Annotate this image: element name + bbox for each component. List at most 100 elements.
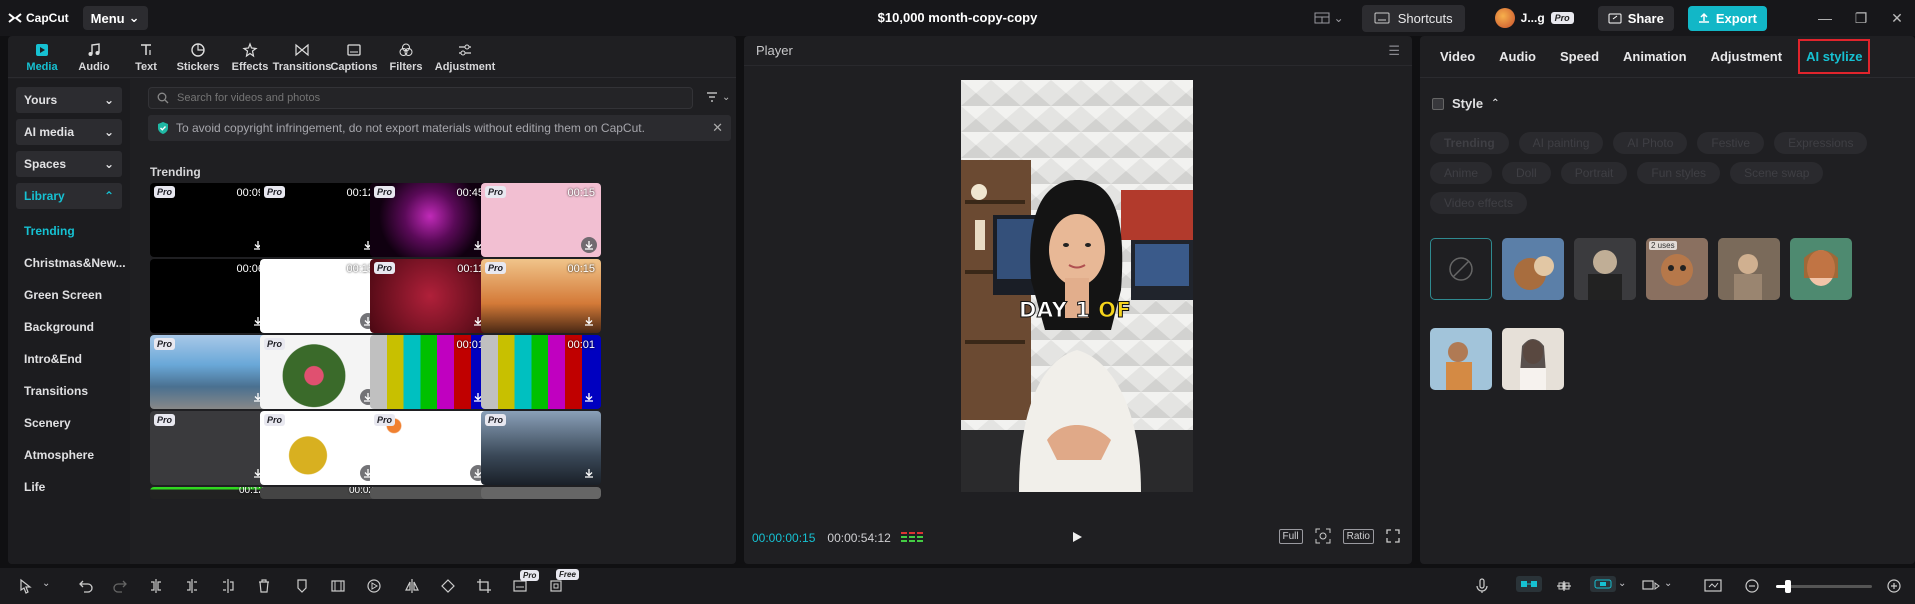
- user-account[interactable]: J...g Pro: [1494, 8, 1574, 28]
- auto-snap-icon[interactable]: [1556, 578, 1572, 594]
- media-thumbnail[interactable]: Pro: [260, 335, 380, 409]
- no-effect-tile[interactable]: [1430, 238, 1492, 300]
- chip-portrait[interactable]: Portrait: [1560, 162, 1628, 184]
- tab-speed[interactable]: Speed: [1548, 49, 1611, 64]
- zoom-slider[interactable]: [1776, 580, 1872, 593]
- timeline-view-icon[interactable]: [1704, 578, 1722, 594]
- chevron-down-icon[interactable]: ⌄: [42, 578, 50, 589]
- video-preview[interactable]: DAY 1 OF: [961, 80, 1193, 492]
- tab-adjustment[interactable]: Adjustment: [1699, 49, 1795, 64]
- sidebar-item-atmosphere[interactable]: Atmosphere: [8, 439, 130, 471]
- tab-ai-stylize[interactable]: AI stylize: [1798, 39, 1871, 74]
- redo-icon[interactable]: [112, 578, 128, 594]
- delete-icon[interactable]: [256, 578, 272, 594]
- crop-icon[interactable]: [476, 578, 492, 594]
- reverse-icon[interactable]: [366, 578, 382, 594]
- sidebar-item-intro-end[interactable]: Intro&End: [8, 343, 130, 375]
- media-thumbnail[interactable]: 00:15: [260, 259, 380, 333]
- tab-audio[interactable]: Audio: [1487, 49, 1548, 64]
- style-checkbox[interactable]: [1432, 97, 1444, 110]
- download-icon[interactable]: [581, 237, 597, 253]
- rotate-icon[interactable]: [440, 578, 456, 594]
- effect-tile[interactable]: [1502, 328, 1564, 390]
- sidebar-item-background[interactable]: Background: [8, 311, 130, 343]
- sidebar-item-transitions[interactable]: Transitions: [8, 375, 130, 407]
- media-thumbnail[interactable]: Pro: [370, 411, 490, 485]
- download-icon[interactable]: [581, 313, 597, 329]
- ratio-button[interactable]: Ratio: [1342, 528, 1374, 544]
- tool-audio[interactable]: Audio: [68, 42, 120, 77]
- play-button[interactable]: [1070, 530, 1084, 544]
- effect-tile[interactable]: [1430, 328, 1492, 390]
- main-track-magnet-button[interactable]: [1516, 576, 1542, 592]
- tool-transitions[interactable]: Transitions: [273, 42, 331, 77]
- shortcuts-button[interactable]: Shortcuts: [1361, 4, 1465, 32]
- chip-doll[interactable]: Doll: [1502, 162, 1551, 184]
- style-toggle[interactable]: Style ⌃: [1432, 96, 1499, 111]
- tool-filters[interactable]: Filters: [380, 42, 432, 77]
- tool-media[interactable]: Media: [16, 42, 68, 77]
- sidebar-item-green-screen[interactable]: Green Screen: [8, 279, 130, 311]
- sidebar-group-ai-media[interactable]: AI media ⌄: [16, 119, 122, 145]
- tool-effects[interactable]: Effects: [224, 42, 276, 77]
- sidebar-group-spaces[interactable]: Spaces ⌄: [16, 151, 122, 177]
- sidebar-group-library[interactable]: Library ⌃: [16, 183, 122, 209]
- media-thumbnail[interactable]: Pro 00:11: [370, 259, 490, 333]
- chip-fun-styles[interactable]: Fun styles: [1637, 162, 1721, 184]
- media-thumbnail[interactable]: Pro: [481, 411, 601, 485]
- media-thumbnail[interactable]: 00:06: [150, 259, 270, 333]
- media-thumbnail[interactable]: [370, 487, 490, 499]
- search-box[interactable]: [148, 87, 693, 109]
- tool-adjustment[interactable]: Adjustment: [432, 42, 498, 77]
- download-icon[interactable]: [581, 465, 597, 481]
- full-quality-button[interactable]: Full: [1278, 528, 1303, 544]
- media-thumbnail[interactable]: [481, 487, 601, 499]
- freeze-icon[interactable]: [330, 578, 346, 594]
- media-thumbnail[interactable]: Pro 00:09: [150, 183, 270, 257]
- media-thumbnail[interactable]: Pro 00:12: [260, 183, 380, 257]
- chevron-down-icon[interactable]: ⌄: [1664, 578, 1672, 589]
- media-thumbnail[interactable]: Pro: [150, 411, 270, 485]
- chip-ai-painting[interactable]: AI painting: [1518, 132, 1604, 154]
- layout-button[interactable]: ⌄: [1314, 11, 1344, 25]
- sidebar-item-trending[interactable]: Trending: [8, 215, 130, 247]
- media-thumbnail[interactable]: Pro: [150, 335, 270, 409]
- tool-stickers[interactable]: Stickers: [172, 42, 224, 77]
- media-thumbnail[interactable]: Pro 00:45: [370, 183, 490, 257]
- filter-button[interactable]: ⌄: [706, 91, 730, 103]
- effect-tile[interactable]: [1790, 238, 1852, 300]
- mark-icon[interactable]: [294, 578, 310, 594]
- preview-axis-icon[interactable]: [1642, 578, 1660, 594]
- undo-icon[interactable]: [78, 578, 94, 594]
- media-thumbnail[interactable]: Pro: [260, 411, 380, 485]
- effect-tile[interactable]: 2 uses: [1646, 238, 1708, 300]
- tab-video[interactable]: Video: [1428, 49, 1487, 64]
- chip-ai-photo[interactable]: AI Photo: [1613, 132, 1688, 154]
- menu-button[interactable]: Menu ⌄: [82, 6, 148, 30]
- mirror-icon[interactable]: [404, 578, 420, 594]
- split-left-icon[interactable]: [184, 578, 200, 594]
- microphone-icon[interactable]: [1474, 578, 1490, 594]
- fullscreen-icon[interactable]: [1386, 529, 1400, 543]
- zoom-out-icon[interactable]: [1744, 578, 1760, 594]
- linkage-button[interactable]: [1590, 576, 1616, 592]
- tool-captions[interactable]: Captions: [328, 42, 380, 77]
- sidebar-item-christmas[interactable]: Christmas&New...: [8, 247, 130, 279]
- download-icon[interactable]: [581, 389, 597, 405]
- share-button[interactable]: Share: [1597, 5, 1674, 31]
- media-thumbnail[interactable]: 00:12: [150, 487, 270, 499]
- chevron-down-icon[interactable]: ⌄: [1618, 578, 1626, 589]
- effect-tile[interactable]: [1574, 238, 1636, 300]
- screenshot-icon[interactable]: [1315, 528, 1331, 544]
- split-icon[interactable]: [148, 578, 164, 594]
- chip-scene-swap[interactable]: Scene swap: [1730, 162, 1824, 184]
- zoom-slider-handle[interactable]: [1784, 580, 1791, 593]
- chip-festive[interactable]: Festive: [1697, 132, 1765, 154]
- sidebar-group-yours[interactable]: Yours ⌄: [16, 87, 122, 113]
- sidebar-item-scenery[interactable]: Scenery: [8, 407, 130, 439]
- ai-tool-icon[interactable]: [548, 578, 564, 594]
- chip-trending[interactable]: Trending: [1430, 132, 1509, 154]
- search-input[interactable]: [177, 92, 657, 104]
- media-thumbnail[interactable]: Pro 00:15: [481, 183, 601, 257]
- tool-text[interactable]: Text: [120, 42, 172, 77]
